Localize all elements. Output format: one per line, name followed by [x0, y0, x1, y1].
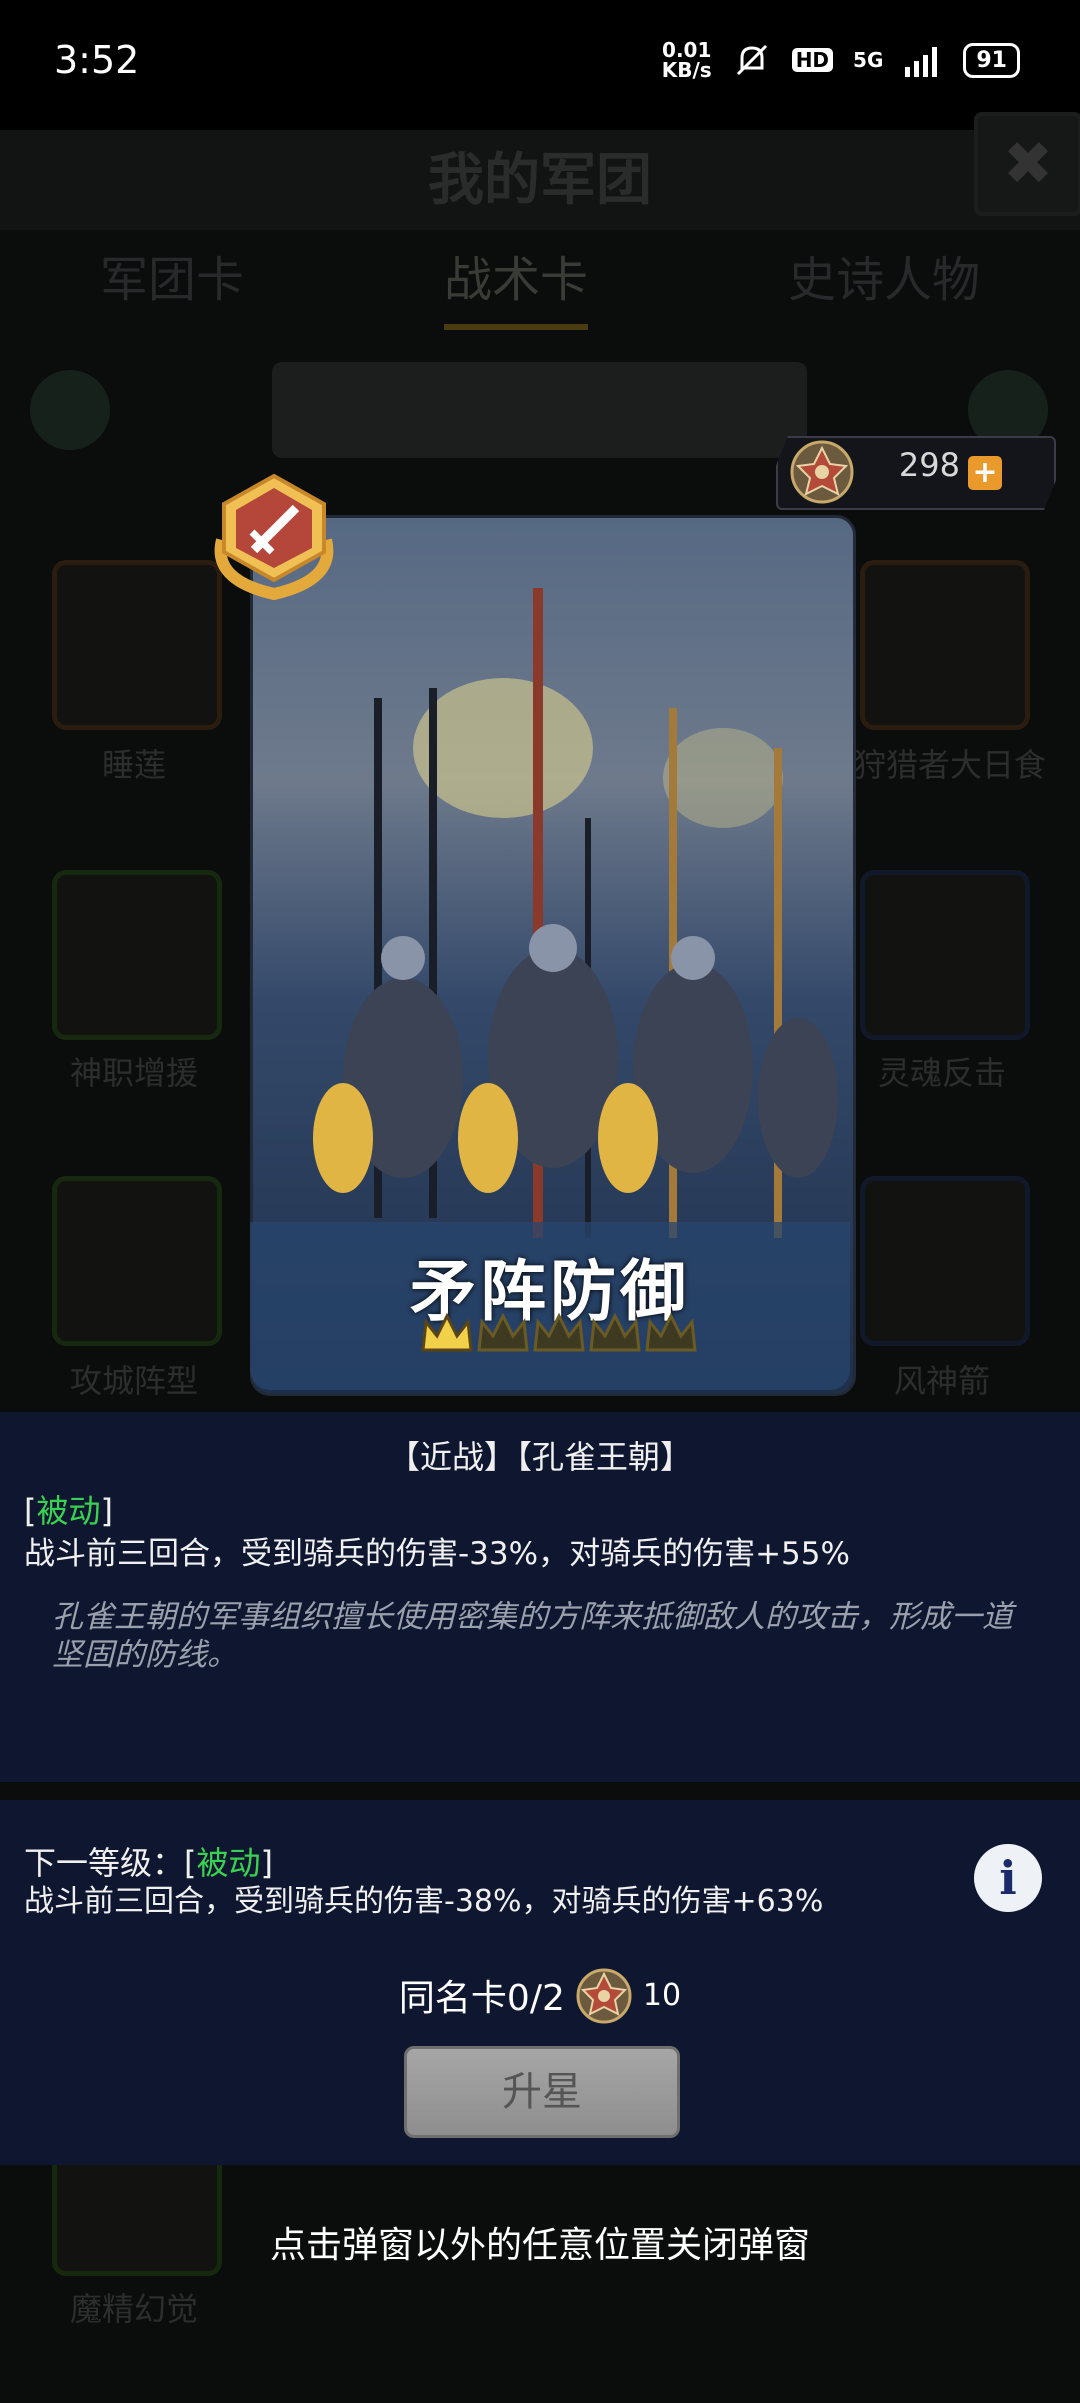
mute-bell-icon: [736, 44, 767, 76]
battery-indicator: 91: [963, 42, 1020, 78]
background-title: 我的军团: [428, 148, 652, 213]
background-card-label: 灵魂反击: [877, 1054, 1006, 1092]
dismiss-hint[interactable]: 点击弹窗以外的任意位置关闭弹窗: [0, 2216, 1080, 2268]
upgrade-star-button[interactable]: 升星: [404, 2046, 680, 2138]
passive-label: [被动]: [24, 1486, 113, 1532]
star-rating: [420, 1310, 698, 1356]
bracket-open: [: [24, 1492, 37, 1530]
next-level-effect: 战斗前三回合，受到骑兵的伤害-38%，对骑兵的伤害+63%: [24, 1884, 824, 1919]
net-speed: 0.01 KB/s: [662, 40, 712, 80]
net-speed-unit: KB/s: [661, 58, 712, 82]
list-view-icon[interactable]: [30, 370, 110, 450]
flavor-text: 孔雀王朝的军事组织擅长使用密集的方阵来抵御敌人的攻击，形成一道坚固的防线。: [52, 1599, 1013, 1673]
emblem-icon: [790, 440, 854, 504]
info-icon[interactable]: i: [974, 1844, 1042, 1912]
network-type: 5G: [853, 48, 884, 72]
tab-epic-characters[interactable]: 史诗人物: [788, 240, 980, 330]
current-effect: 战斗前三回合，受到骑兵的伤害-33%，对骑兵的伤害+55%: [24, 1536, 850, 1572]
background-card[interactable]: [860, 560, 1030, 730]
signal-icon: [905, 47, 938, 77]
bracket-close: ]: [100, 1492, 113, 1530]
duplicate-card-count: 同名卡0/2: [398, 1978, 565, 2019]
status-time: 3:52: [54, 38, 140, 82]
background-card-label: 睡莲: [101, 746, 166, 784]
tab-legion-cards[interactable]: 军团卡: [100, 240, 244, 330]
status-icons: 0.01 KB/s HD 5G 91: [662, 40, 1020, 80]
background-card-label: 神职增援: [69, 1054, 198, 1092]
passive-tag: 被动: [36, 1492, 101, 1530]
crown-star-icon: [421, 1312, 473, 1352]
background-card-label: 攻城阵型: [69, 1362, 198, 1400]
background-card[interactable]: [860, 1176, 1030, 1346]
currency-value: 298: [898, 446, 960, 484]
emblem-icon: [576, 1968, 632, 2024]
background-tabs: 军团卡 战术卡 史诗人物: [0, 240, 1080, 330]
background-card-label: 魔精幻觉: [69, 2290, 198, 2328]
sword-badge-icon: [214, 473, 334, 600]
close-icon[interactable]: ✖: [974, 112, 1080, 216]
background-card[interactable]: [860, 870, 1030, 1040]
background-card-label: 狩猎者大日食: [853, 746, 1046, 784]
background-card[interactable]: [52, 560, 222, 730]
net-speed-value: 0.01: [662, 38, 712, 62]
background-card-label: 风神箭: [893, 1362, 990, 1400]
tab-tactic-cards[interactable]: 战术卡: [443, 240, 588, 330]
search-input[interactable]: [272, 362, 807, 458]
hd-icon: HD: [791, 48, 834, 72]
background-card[interactable]: [52, 870, 222, 1040]
crown-star-empty-icon: [589, 1312, 641, 1352]
card-tags: 【近战】【孔雀王朝】: [387, 1438, 692, 1476]
crown-star-empty-icon: [645, 1312, 697, 1352]
crown-star-empty-icon: [477, 1312, 529, 1352]
background-card[interactable]: [52, 1176, 222, 1346]
duplicate-card-row: 同名卡0/2 10: [0, 1962, 1080, 2028]
crown-star-empty-icon: [533, 1312, 585, 1352]
upgrade-cost: 10: [642, 1977, 682, 2013]
add-currency-button[interactable]: +: [968, 456, 1002, 490]
